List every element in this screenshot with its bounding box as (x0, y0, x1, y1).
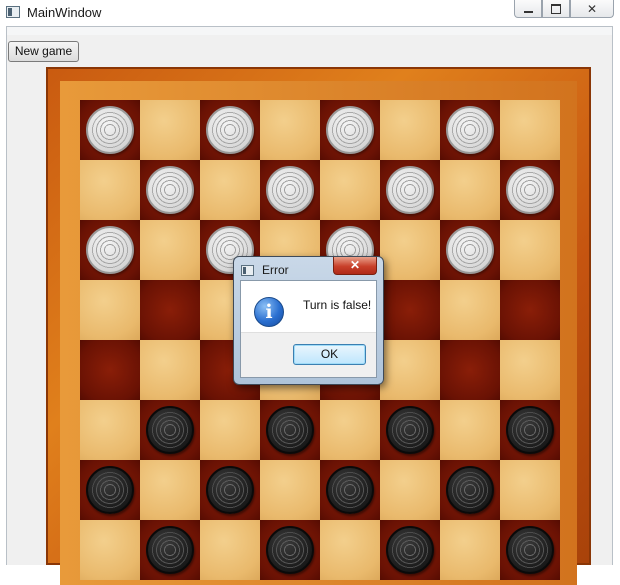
board-square[interactable] (80, 460, 140, 520)
board-square[interactable] (80, 520, 140, 580)
black-checker-piece[interactable] (506, 406, 554, 454)
board-square[interactable] (80, 340, 140, 400)
board-square[interactable] (260, 160, 320, 220)
black-checker-piece[interactable] (506, 526, 554, 574)
board-square[interactable] (200, 400, 260, 460)
board-square[interactable] (140, 280, 200, 340)
board-square[interactable] (380, 220, 440, 280)
board-square[interactable] (200, 460, 260, 520)
dialog-body: i Turn is false! OK (240, 280, 377, 378)
board-square[interactable] (500, 400, 560, 460)
white-checker-piece[interactable] (146, 166, 194, 214)
white-checker-piece[interactable] (86, 226, 134, 274)
board-square[interactable] (140, 460, 200, 520)
board-square[interactable] (380, 280, 440, 340)
black-checker-piece[interactable] (146, 526, 194, 574)
white-checker-piece[interactable] (446, 106, 494, 154)
information-icon: i (254, 297, 284, 327)
board-square[interactable] (80, 100, 140, 160)
board-square[interactable] (380, 460, 440, 520)
close-icon: ✕ (586, 1, 598, 16)
board-square[interactable] (260, 400, 320, 460)
app-window-icon (6, 6, 20, 18)
maximize-button[interactable] (542, 0, 570, 18)
black-checker-piece[interactable] (326, 466, 374, 514)
board-square[interactable] (440, 460, 500, 520)
board-square[interactable] (140, 400, 200, 460)
new-game-button[interactable]: New game (8, 41, 79, 62)
white-checker-piece[interactable] (266, 166, 314, 214)
board-square[interactable] (500, 460, 560, 520)
board-square[interactable] (140, 160, 200, 220)
black-checker-piece[interactable] (266, 406, 314, 454)
white-checker-piece[interactable] (446, 226, 494, 274)
dialog-footer: OK (241, 332, 376, 377)
black-checker-piece[interactable] (386, 406, 434, 454)
minimize-button[interactable] (514, 0, 542, 18)
board-square[interactable] (320, 460, 380, 520)
board-square[interactable] (380, 520, 440, 580)
black-checker-piece[interactable] (146, 406, 194, 454)
board-square[interactable] (440, 100, 500, 160)
dialog-close-button[interactable]: ✕ (333, 257, 377, 275)
board-square[interactable] (380, 100, 440, 160)
board-square[interactable] (440, 280, 500, 340)
board-square[interactable] (140, 520, 200, 580)
black-checker-piece[interactable] (386, 526, 434, 574)
board-square[interactable] (500, 220, 560, 280)
black-checker-piece[interactable] (266, 526, 314, 574)
board-square[interactable] (140, 100, 200, 160)
board-square[interactable] (200, 520, 260, 580)
window-title: MainWindow (27, 5, 102, 20)
window-controls: ✕ (514, 0, 614, 18)
menu-bar (7, 27, 612, 35)
board-square[interactable] (80, 280, 140, 340)
board-square[interactable] (260, 100, 320, 160)
ok-button[interactable]: OK (293, 344, 366, 365)
close-button[interactable]: ✕ (570, 0, 614, 18)
board-square[interactable] (380, 160, 440, 220)
board-square[interactable] (320, 100, 380, 160)
board-square[interactable] (320, 160, 380, 220)
board-square[interactable] (440, 160, 500, 220)
board-square[interactable] (260, 520, 320, 580)
board-square[interactable] (140, 340, 200, 400)
board-square[interactable] (200, 100, 260, 160)
board-square[interactable] (500, 100, 560, 160)
white-checker-piece[interactable] (206, 106, 254, 154)
white-checker-piece[interactable] (86, 106, 134, 154)
board-square[interactable] (200, 160, 260, 220)
board-square[interactable] (500, 340, 560, 400)
board-square[interactable] (500, 520, 560, 580)
dialog-title: Error (262, 263, 289, 277)
board-square[interactable] (80, 400, 140, 460)
board-square[interactable] (440, 520, 500, 580)
white-checker-piece[interactable] (506, 166, 554, 214)
board-square[interactable] (140, 220, 200, 280)
title-bar: MainWindow ✕ (0, 0, 620, 26)
white-checker-piece[interactable] (326, 106, 374, 154)
close-icon: ✕ (349, 258, 361, 272)
board-square[interactable] (260, 460, 320, 520)
black-checker-piece[interactable] (86, 466, 134, 514)
black-checker-piece[interactable] (446, 466, 494, 514)
board-square[interactable] (320, 400, 380, 460)
board-square[interactable] (440, 220, 500, 280)
board-square[interactable] (80, 160, 140, 220)
board-square[interactable] (320, 520, 380, 580)
board-square[interactable] (500, 280, 560, 340)
maximize-icon (551, 3, 561, 14)
dialog-window-icon (241, 265, 254, 276)
board-square[interactable] (440, 400, 500, 460)
board-square[interactable] (500, 160, 560, 220)
dialog-message: Turn is false! (303, 298, 372, 312)
black-checker-piece[interactable] (206, 466, 254, 514)
board-square[interactable] (440, 340, 500, 400)
board-square[interactable] (80, 220, 140, 280)
minimize-icon (523, 10, 533, 13)
white-checker-piece[interactable] (386, 166, 434, 214)
board-square[interactable] (380, 400, 440, 460)
error-dialog: Error ✕ i Turn is false! OK (233, 256, 384, 385)
board-square[interactable] (380, 340, 440, 400)
